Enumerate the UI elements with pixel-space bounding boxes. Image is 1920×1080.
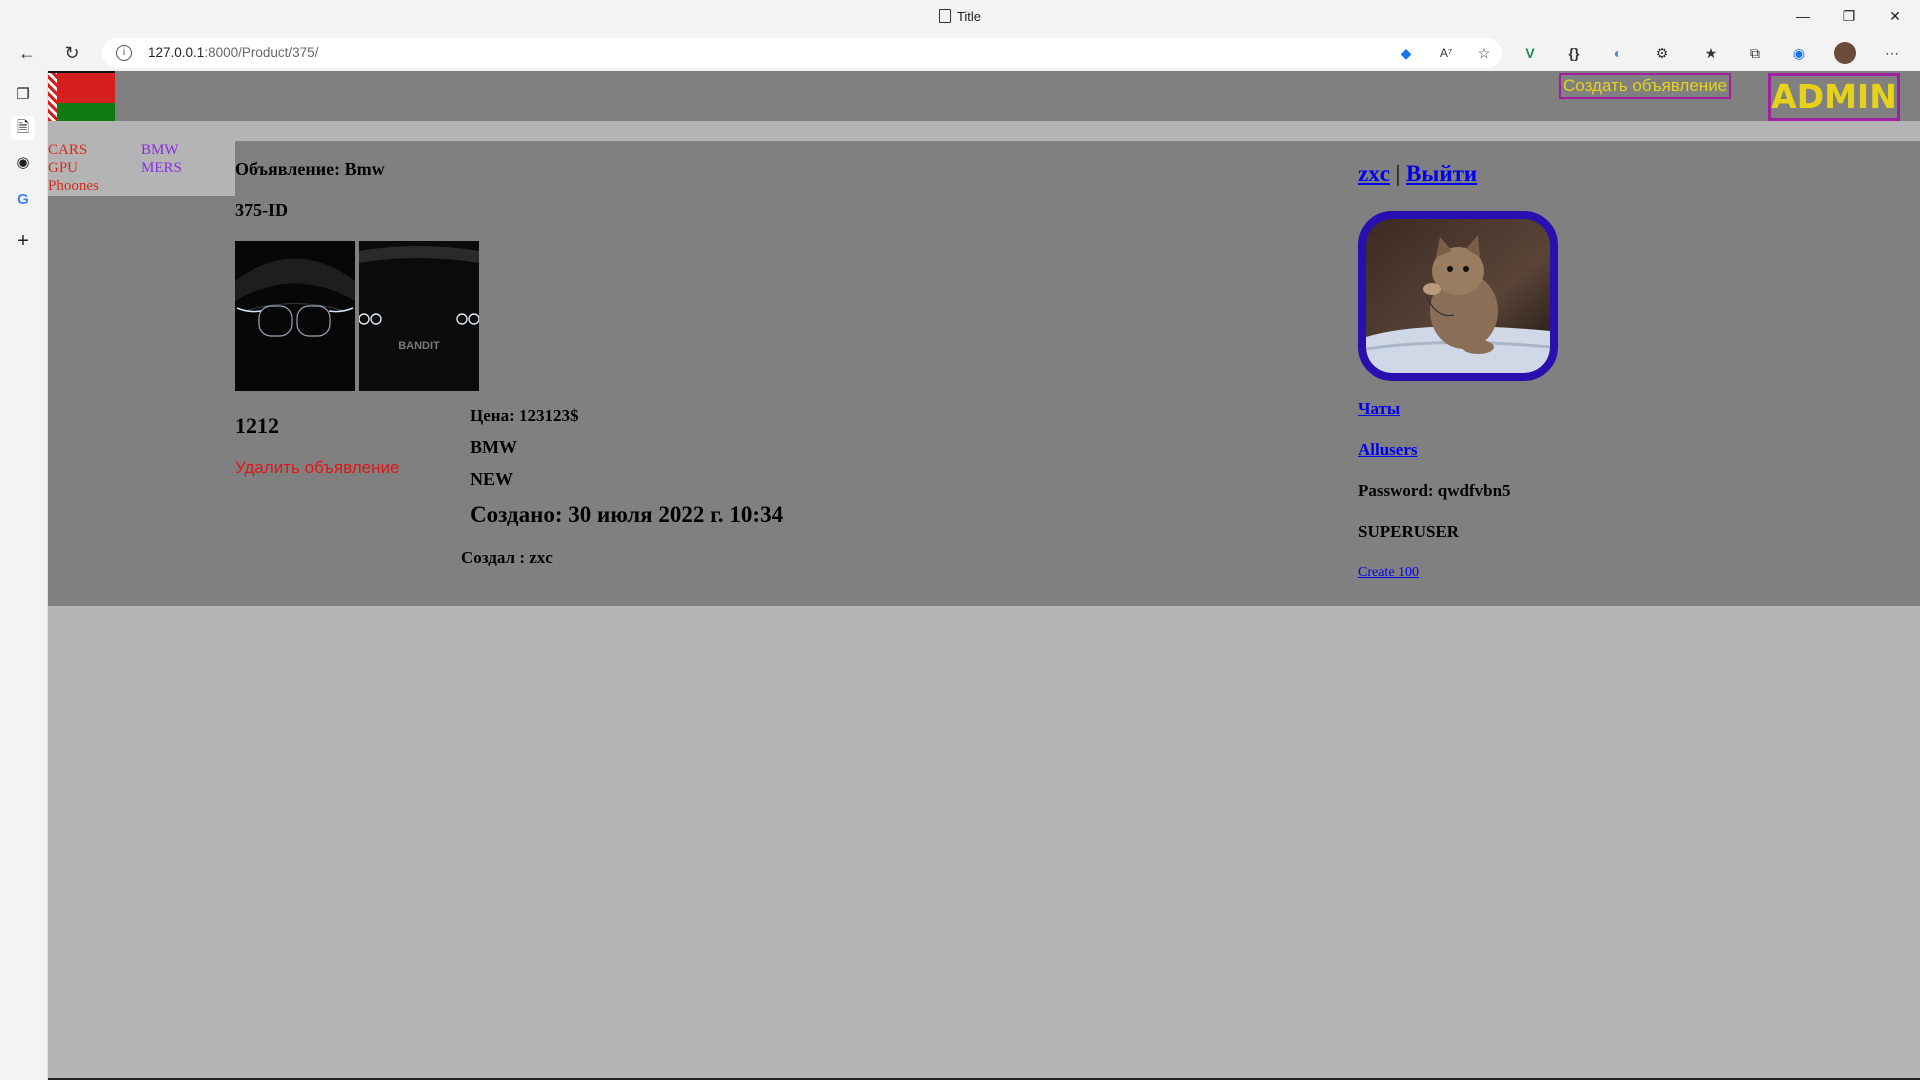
listing-heading: Объявление: Bmw	[235, 159, 385, 179]
listing-brand: BMW	[470, 437, 517, 457]
favorites-icon[interactable]: ★	[1701, 43, 1721, 63]
json-icon[interactable]: {}	[1564, 43, 1584, 63]
logout-link[interactable]: Выйти	[1406, 161, 1477, 186]
user-panel: zxc | Выйти Чаты Allusers Password: qwdf…	[1358, 141, 1920, 581]
browser-titlebar: Title — ❐ ✕	[0, 0, 1920, 35]
github-icon[interactable]: ◉	[11, 151, 35, 175]
brand-mers[interactable]: MERS	[141, 159, 182, 177]
create-ad-button[interactable]: Создать объявление	[1559, 73, 1732, 99]
listing-creator: Создал : zxc	[461, 548, 553, 567]
edge-icon[interactable]: ◉	[1789, 43, 1809, 63]
page-viewport: Создать объявление ADMIN CARS GPU Phoone…	[48, 71, 1920, 1080]
brand-bmw[interactable]: BMW	[141, 141, 179, 159]
bandit-plate-text: BANDIT	[398, 340, 440, 352]
bmw-bandit-image: BANDIT	[359, 241, 479, 391]
url-path: :8000/Product/375/	[204, 45, 319, 60]
user-role: SUPERUSER	[1358, 522, 1460, 541]
add-icon[interactable]: +	[11, 229, 35, 253]
listing-id: 375-ID	[235, 200, 288, 220]
more-icon[interactable]: ⋯	[1882, 43, 1902, 63]
read-aloud-icon[interactable]: A⁷	[1436, 43, 1456, 63]
listing-image-1[interactable]	[235, 241, 355, 391]
listing-image-2[interactable]: BANDIT	[359, 241, 479, 391]
url-text[interactable]: 127.0.0.1:8000/Product/375/	[148, 38, 318, 68]
collections-icon[interactable]: ⧉	[1745, 43, 1765, 63]
user-separator: |	[1395, 161, 1401, 186]
listing-detail: Объявление: Bmw 375-ID BANDIT 1212 Удали…	[235, 141, 1358, 588]
translate-icon[interactable]: ◐	[1608, 43, 1628, 63]
delete-listing-link[interactable]: Удалить объявление	[235, 458, 399, 478]
minimize-icon[interactable]: —	[1780, 0, 1826, 33]
close-icon[interactable]: ✕	[1872, 0, 1918, 33]
extensions-icon[interactable]: ⚙	[1652, 43, 1672, 63]
category-cars[interactable]: CARS	[48, 141, 87, 159]
username-link[interactable]: zxc	[1358, 161, 1390, 186]
vue-devtools-icon[interactable]: V	[1520, 43, 1540, 63]
category-phones[interactable]: Phoones	[48, 177, 99, 195]
listing-price: Цена: 123123$	[470, 406, 579, 425]
document-icon	[938, 9, 951, 23]
admin-badge[interactable]: ADMIN	[1768, 73, 1900, 121]
listing-title: 1212	[235, 413, 279, 438]
url-host: 127.0.0.1	[148, 45, 205, 60]
user-avatar[interactable]	[1358, 211, 1558, 381]
restore-icon[interactable]: ❐	[1826, 0, 1872, 33]
listing-condition: NEW	[470, 469, 514, 489]
back-icon[interactable]: ←	[12, 38, 42, 68]
user-password: Password: qwdfvbn5	[1358, 481, 1511, 500]
profile-avatar-icon[interactable]	[1834, 42, 1856, 64]
browser-toolbar: ← ↻ i 127.0.0.1:8000/Product/375/ ◆ A⁷ ☆…	[0, 35, 1920, 71]
refresh-icon[interactable]: ↻	[57, 38, 87, 68]
site-info-icon[interactable]: i	[116, 45, 132, 61]
category-nav: CARS GPU Phoones BMW MERS	[48, 141, 235, 196]
belarus-flag-logo[interactable]	[48, 71, 115, 121]
google-icon[interactable]: G	[11, 188, 35, 212]
tab-title: Title	[956, 9, 982, 24]
bmw-front-image	[235, 241, 355, 391]
listing-created: Создано: 30 июля 2022 г. 10:34	[470, 502, 784, 527]
shield-tag-icon[interactable]: ◆	[1396, 43, 1416, 63]
user-header: zxc | Выйти	[1358, 161, 1477, 187]
allusers-link[interactable]: Allusers	[1358, 440, 1418, 460]
category-gpu[interactable]: GPU	[48, 159, 78, 177]
tabs-icon[interactable]: ❐	[11, 83, 35, 107]
kitten-photo-icon	[1366, 219, 1550, 373]
address-bar[interactable]: i 127.0.0.1:8000/Product/375/ ◆ A⁷ ☆	[102, 38, 1502, 68]
browser-sidebar: ❐ 🗎 ◉ G +	[0, 71, 48, 1080]
site-header: Создать объявление ADMIN	[48, 71, 1920, 121]
create-100-link[interactable]: Create 100	[1358, 565, 1419, 581]
window-title: Title	[0, 0, 1920, 35]
chats-link[interactable]: Чаты	[1358, 399, 1400, 419]
favorite-add-icon[interactable]: ☆	[1474, 43, 1494, 63]
page-icon[interactable]: 🗎	[11, 116, 35, 140]
